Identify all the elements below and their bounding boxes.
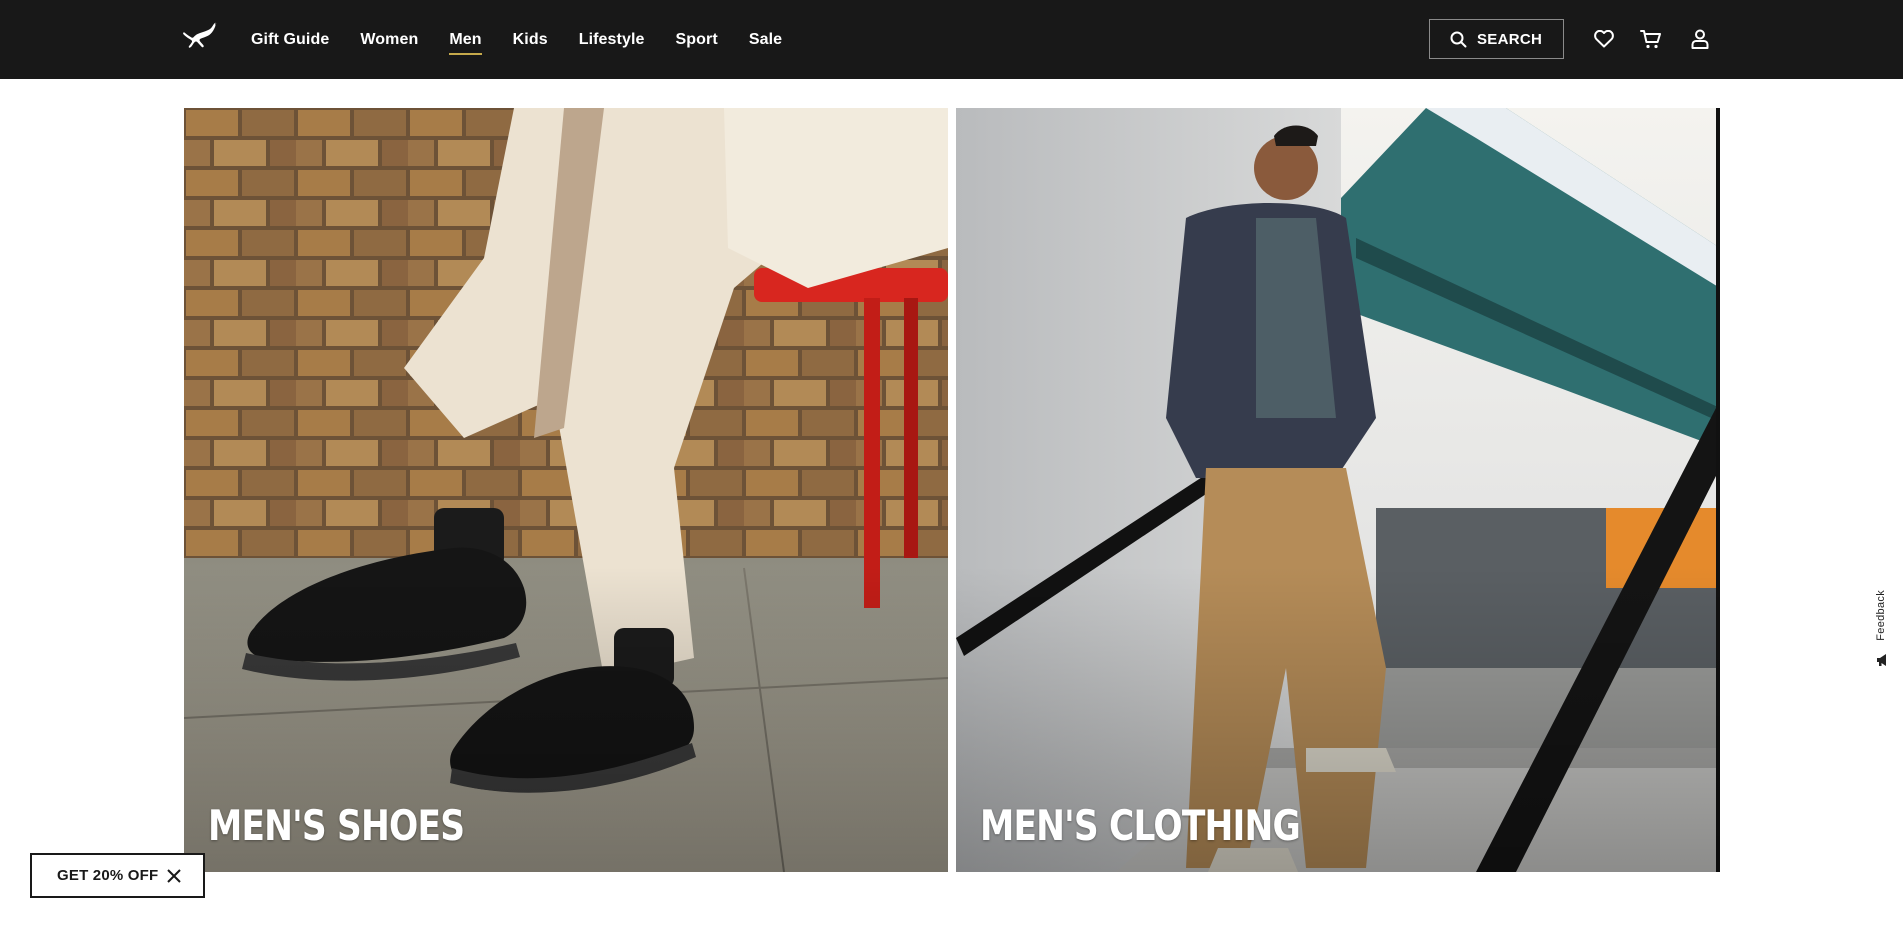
site-header: Gift Guide Women Men Kids Lifestyle Spor…	[0, 0, 1903, 79]
main-nav: Gift Guide Women Men Kids Lifestyle Spor…	[251, 0, 813, 79]
cart-icon	[1640, 30, 1661, 49]
mens-clothing-image	[956, 108, 1720, 872]
close-icon[interactable]	[165, 867, 183, 885]
user-icon	[1691, 29, 1709, 49]
heart-icon	[1594, 30, 1614, 48]
megaphone-icon	[1877, 654, 1886, 666]
feedback-label: Feedback	[1875, 590, 1887, 641]
search-label: SEARCH	[1477, 30, 1543, 48]
mens-clothing-title: MEN'S CLOTHING	[980, 801, 1301, 850]
nav-item-kids[interactable]: Kids	[513, 27, 548, 53]
feedback-tab[interactable]: Feedback	[1872, 590, 1894, 670]
cart-button[interactable]	[1637, 25, 1665, 53]
puma-logo-icon[interactable]	[182, 22, 218, 52]
nav-item-lifestyle[interactable]: Lifestyle	[579, 27, 645, 53]
wishlist-button[interactable]	[1590, 25, 1618, 53]
search-icon	[1450, 31, 1467, 47]
promo-banner[interactable]: GET 20% OFF	[30, 853, 205, 898]
mens-shoes-image	[184, 108, 948, 872]
account-button[interactable]	[1686, 25, 1714, 53]
mens-shoes-tile[interactable]: MEN'S SHOES	[184, 108, 948, 872]
promo-label: GET 20% OFF	[57, 867, 159, 884]
nav-item-men[interactable]: Men	[449, 27, 482, 55]
nav-item-sport[interactable]: Sport	[676, 27, 718, 53]
nav-item-gift-guide[interactable]: Gift Guide	[251, 27, 329, 53]
search-button[interactable]: SEARCH	[1429, 19, 1564, 59]
nav-item-women[interactable]: Women	[360, 27, 418, 53]
mens-clothing-tile[interactable]: MEN'S CLOTHING	[956, 108, 1720, 872]
nav-item-sale[interactable]: Sale	[749, 27, 782, 53]
mens-shoes-title: MEN'S SHOES	[208, 801, 465, 850]
